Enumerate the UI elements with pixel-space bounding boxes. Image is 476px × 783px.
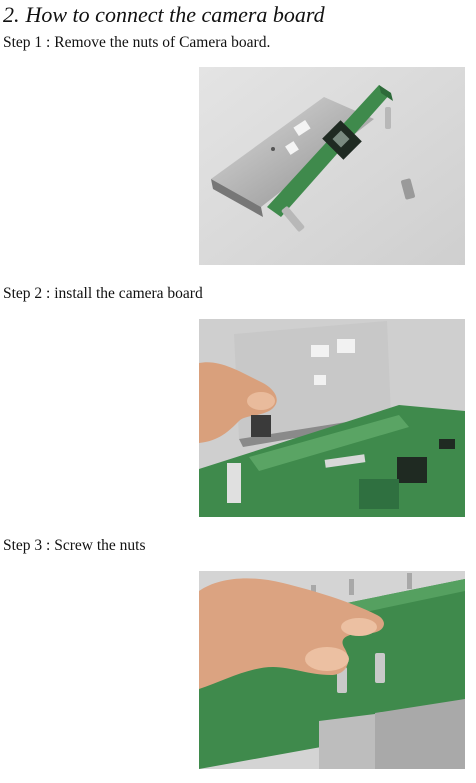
section-number: 2. [3,2,20,27]
section-heading: 2. How to connect the camera board [3,2,325,28]
step-2-label: Step 2 : install the camera board [3,285,203,302]
step-3-label: Step 3 : Screw the nuts [3,537,146,554]
section-title: How to connect the camera board [25,2,325,27]
step-2-photo [199,319,465,517]
step-1-label: Step 1 : Remove the nuts of Camera board… [3,34,271,51]
step-3-photo [199,571,465,769]
step-1-photo [199,67,465,265]
